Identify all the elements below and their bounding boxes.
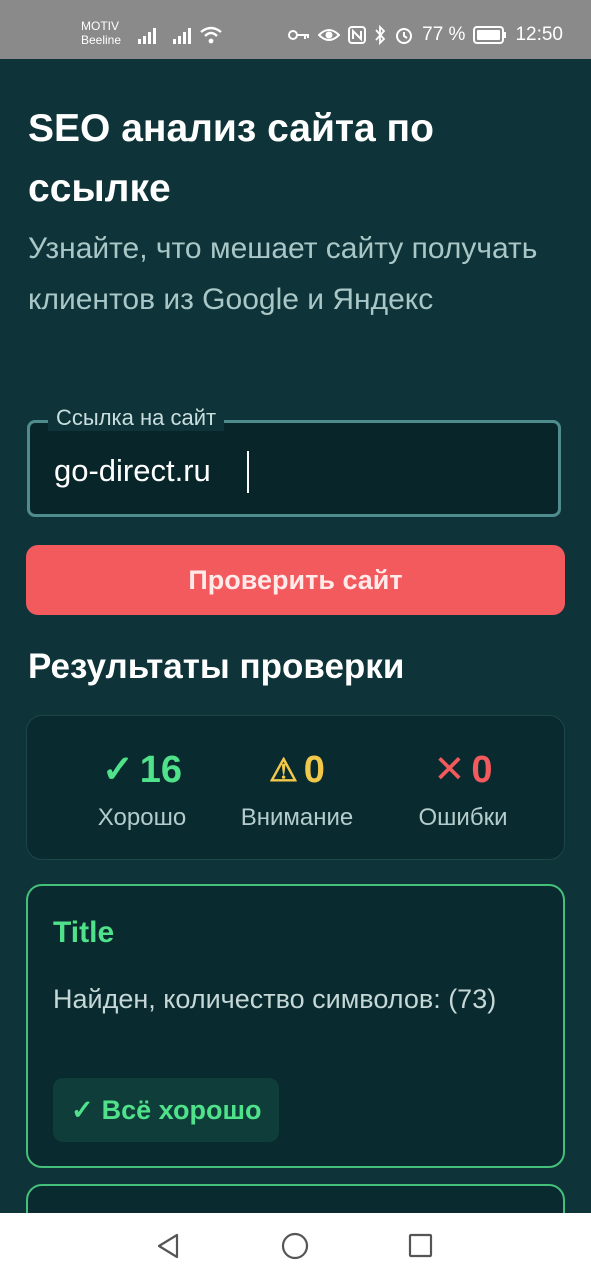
stat-warning-count: 0 (303, 749, 325, 791)
url-input[interactable] (54, 451, 534, 491)
stat-warning-label: Внимание (240, 804, 354, 831)
page-title: SEO анализ сайта по ссылке (28, 107, 434, 210)
signal-icon (138, 28, 156, 44)
status-right: 77 % 12:50 (288, 24, 563, 46)
signal-icon-2 (173, 28, 191, 44)
eye-icon (318, 29, 341, 41)
status-badge-label: Всё хорошо (101, 1094, 262, 1125)
page-subtitle: Узнайте, что мешает сайту получать клиен… (28, 232, 538, 316)
card-title: Title (53, 916, 115, 949)
stat-warning: ⚠ 0 Внимание (229, 746, 365, 832)
alarm-icon (396, 28, 413, 44)
stat-errors-count: 0 (471, 749, 493, 791)
check-icon: ✓ (101, 749, 134, 791)
cross-icon: ✕ (433, 749, 466, 791)
results-heading: Результаты проверки (28, 647, 405, 686)
wifi-icon (200, 26, 222, 44)
check-site-button[interactable]: Проверить сайт (26, 545, 565, 615)
result-card-next[interactable] (26, 1184, 565, 1213)
stat-errors-label: Ошибки (418, 804, 508, 831)
status-badge: ✓ Всё хорошо (53, 1078, 280, 1142)
recents-icon[interactable] (408, 1233, 434, 1259)
status-bar: MOTIV Beeline 77 % 12:50 (0, 0, 591, 59)
url-field[interactable]: Ссылка на сайт (27, 405, 561, 517)
page-content: SEO анализ сайта по ссылке Узнайте, что … (0, 59, 591, 1213)
stat-good: ✓ 16 Хорошо (85, 746, 199, 832)
stat-errors: ✕ 0 Ошибки (395, 746, 531, 832)
url-field-label: Ссылка на сайт (48, 405, 225, 431)
stat-good-label: Хорошо (97, 804, 187, 831)
home-icon[interactable] (281, 1232, 309, 1260)
check-icon: ✓ (71, 1094, 94, 1125)
back-icon[interactable] (155, 1232, 183, 1260)
system-nav-bar (0, 1213, 591, 1280)
battery-percent: 77 % (422, 24, 466, 45)
nfc-icon (348, 26, 367, 44)
results-summary: ✓ 16 Хорошо ⚠ 0 Внимание ✕ 0 Ошибки (26, 715, 565, 860)
bluetooth-icon (375, 25, 386, 45)
clock: 12:50 (515, 24, 563, 45)
text-caret (247, 451, 249, 493)
key-icon (288, 30, 310, 40)
warning-icon: ⚠ (269, 752, 298, 788)
card-description: Найден, количество символов: (73) (53, 984, 497, 1014)
result-card-title[interactable]: Title Найден, количество символов: (73) … (26, 884, 565, 1168)
carrier-label: MOTIV Beeline (81, 19, 122, 47)
battery-icon (473, 26, 507, 44)
stat-good-count: 16 (139, 749, 183, 791)
